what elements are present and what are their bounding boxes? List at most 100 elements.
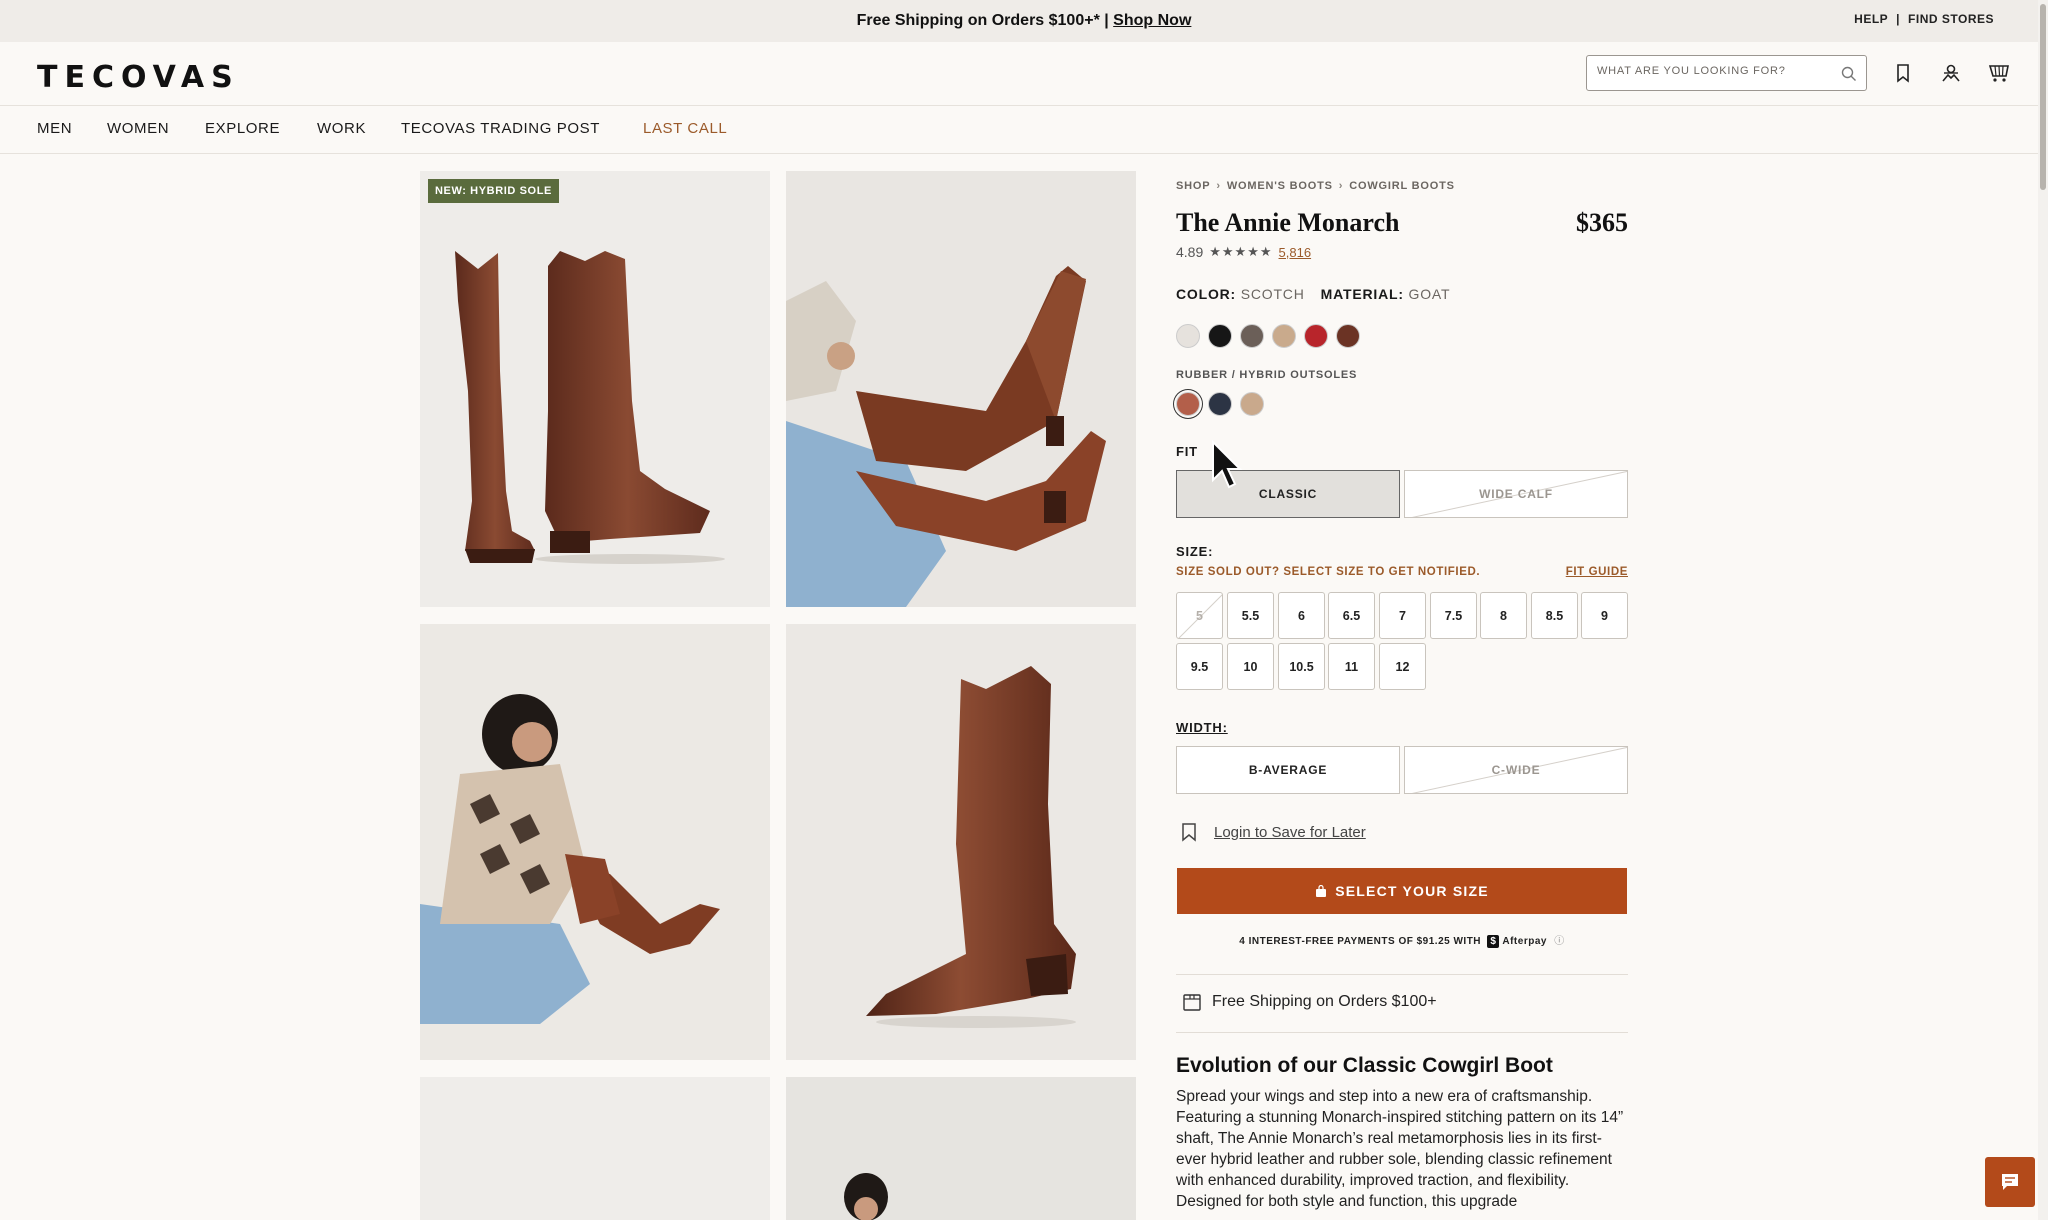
nav-women[interactable]: WOMEN bbox=[107, 120, 169, 137]
color-swatch-bone[interactable] bbox=[1176, 324, 1200, 348]
shipping-box-icon bbox=[1183, 994, 1201, 1011]
help-link[interactable]: HELP bbox=[1854, 12, 1888, 26]
product-price: $365 bbox=[1576, 208, 1628, 237]
size-option[interactable]: 12 bbox=[1379, 643, 1426, 690]
size-option[interactable]: 6 bbox=[1278, 592, 1325, 639]
main-nav: MEN WOMEN EXPLORE WORK TECOVAS TRADING P… bbox=[0, 106, 2048, 154]
search-input[interactable] bbox=[1597, 65, 1827, 77]
breadcrumb-womens-boots[interactable]: WOMEN'S BOOTS bbox=[1227, 180, 1333, 192]
size-option[interactable]: 7.5 bbox=[1430, 592, 1477, 639]
fit-label: FIT bbox=[1176, 444, 1198, 459]
select-size-label: SELECT YOUR SIZE bbox=[1335, 883, 1489, 899]
announcement-bar: Free Shipping on Orders $100+* | Shop No… bbox=[0, 0, 2048, 42]
size-option[interactable]: 9 bbox=[1581, 592, 1628, 639]
size-option[interactable]: 8 bbox=[1480, 592, 1527, 639]
outsole-label: RUBBER / HYBRID OUTSOLES bbox=[1176, 369, 1358, 381]
fit-wide-calf-button[interactable]: WIDE CALF bbox=[1404, 470, 1628, 518]
hybrid-sole-badge: NEW: HYBRID SOLE bbox=[428, 179, 559, 203]
size-option[interactable]: 10.5 bbox=[1278, 643, 1325, 690]
tecovas-logo[interactable]: TECOVAS bbox=[37, 60, 240, 95]
breadcrumb-shop[interactable]: SHOP bbox=[1176, 180, 1210, 192]
afterpay-brand: Afterpay bbox=[1502, 936, 1547, 947]
size-option[interactable]: 5.5 bbox=[1227, 592, 1274, 639]
nav-trading-post[interactable]: TECOVAS TRADING POST bbox=[401, 120, 600, 137]
size-option[interactable]: 10 bbox=[1227, 643, 1274, 690]
mouse-cursor-icon bbox=[1212, 440, 1243, 489]
breadcrumb: SHOP › WOMEN'S BOOTS › COWGIRL BOOTS bbox=[1176, 180, 1455, 192]
utility-separator: | bbox=[1896, 12, 1901, 26]
free-shipping-text: Free Shipping on Orders $100+ bbox=[1212, 993, 1437, 1010]
afterpay-text: 4 INTEREST-FREE PAYMENTS OF $91.25 WITH bbox=[1239, 936, 1482, 947]
size-option[interactable]: 6.5 bbox=[1328, 592, 1375, 639]
outsole-swatch-scotch[interactable] bbox=[1176, 392, 1200, 416]
product-image-4[interactable] bbox=[786, 624, 1136, 1060]
afterpay-message: 4 INTEREST-FREE PAYMENTS OF $91.25 WITH … bbox=[1176, 932, 1628, 948]
size-option[interactable]: 9.5 bbox=[1176, 643, 1223, 690]
size-sold-out-notice: SIZE SOLD OUT? SELECT SIZE TO GET NOTIFI… bbox=[1176, 566, 1481, 578]
nav-men[interactable]: MEN bbox=[37, 120, 72, 137]
site-header: TECOVAS bbox=[0, 42, 2048, 106]
announcement-message: Free Shipping on Orders $100+* | bbox=[856, 12, 1114, 29]
width-label: WIDTH: bbox=[1176, 720, 1228, 735]
nav-last-call[interactable]: LAST CALL bbox=[643, 120, 727, 137]
color-swatch-red[interactable] bbox=[1304, 324, 1328, 348]
model-portrait-image bbox=[844, 1173, 888, 1220]
utility-links: HELP | FIND STORES bbox=[1854, 12, 1994, 26]
outsole-swatch-navy[interactable] bbox=[1208, 392, 1232, 416]
color-swatches bbox=[1176, 324, 1360, 348]
review-count-link[interactable]: 5,816 bbox=[1279, 245, 1312, 260]
size-option[interactable]: 5 bbox=[1176, 592, 1223, 639]
product-image-5[interactable] bbox=[420, 1077, 770, 1220]
boots-pair-image bbox=[455, 251, 725, 564]
select-size-button[interactable]: SELECT YOUR SIZE bbox=[1177, 868, 1627, 914]
login-save-link[interactable]: Login to Save for Later bbox=[1214, 824, 1366, 841]
account-icon[interactable] bbox=[1940, 62, 1962, 84]
single-boot-image bbox=[866, 666, 1076, 1028]
product-image-2[interactable] bbox=[786, 171, 1136, 607]
announcement-text: Free Shipping on Orders $100+* | Shop No… bbox=[0, 12, 2048, 30]
product-rating: 4.89 ★★★★★ 5,816 bbox=[1176, 244, 1311, 260]
fit-guide-link[interactable]: FIT GUIDE bbox=[1566, 566, 1628, 578]
product-image-3[interactable] bbox=[420, 624, 770, 1060]
color-swatch-sand[interactable] bbox=[1272, 324, 1296, 348]
size-label: SIZE: bbox=[1176, 544, 1214, 559]
search-icon[interactable] bbox=[1840, 65, 1858, 83]
search-box[interactable] bbox=[1586, 55, 1867, 91]
outsole-swatch-tan[interactable] bbox=[1240, 392, 1264, 416]
size-value: 5 bbox=[1196, 608, 1203, 623]
nav-work[interactable]: WORK bbox=[317, 120, 366, 137]
outsole-swatches bbox=[1176, 392, 1264, 416]
size-option[interactable]: 11 bbox=[1328, 643, 1375, 690]
model-lifestyle-image bbox=[420, 694, 720, 1024]
breadcrumb-cowgirl-boots[interactable]: COWGIRL BOOTS bbox=[1349, 180, 1455, 192]
find-stores-link[interactable]: FIND STORES bbox=[1908, 12, 1994, 26]
color-swatch-smoke[interactable] bbox=[1240, 324, 1264, 348]
color-label: COLOR: bbox=[1176, 286, 1237, 302]
divider bbox=[1176, 974, 1628, 975]
size-option[interactable]: 8.5 bbox=[1531, 592, 1578, 639]
chevron-right-icon: › bbox=[1216, 180, 1221, 192]
cart-icon[interactable] bbox=[1988, 62, 2012, 84]
width-b-average-button[interactable]: B-AVERAGE bbox=[1176, 746, 1400, 794]
page-scrollbar[interactable] bbox=[2038, 0, 2048, 1220]
size-option[interactable]: 7 bbox=[1379, 592, 1426, 639]
bookmark-icon[interactable] bbox=[1892, 62, 1914, 84]
info-icon[interactable]: ⓘ bbox=[1554, 936, 1565, 947]
scrollbar-thumb[interactable] bbox=[2040, 4, 2046, 190]
nav-explore[interactable]: EXPLORE bbox=[205, 120, 280, 137]
bookmark-icon[interactable] bbox=[1180, 822, 1198, 842]
model-seated-boots-image bbox=[786, 266, 1106, 607]
divider bbox=[1176, 1032, 1628, 1033]
star-rating-icon: ★★★★★ bbox=[1209, 244, 1273, 259]
chat-button[interactable] bbox=[1985, 1157, 2035, 1207]
color-swatch-black[interactable] bbox=[1208, 324, 1232, 348]
material-label: MATERIAL: bbox=[1320, 286, 1404, 302]
chevron-right-icon: › bbox=[1338, 180, 1344, 192]
color-swatch-brown[interactable] bbox=[1336, 324, 1360, 348]
product-image-6[interactable] bbox=[786, 1077, 1136, 1220]
save-for-later: Login to Save for Later bbox=[1180, 822, 1366, 842]
product-image-1[interactable]: NEW: HYBRID SOLE bbox=[420, 171, 770, 607]
width-c-wide-button[interactable]: C-WIDE bbox=[1404, 746, 1628, 794]
shop-now-link[interactable]: Shop Now bbox=[1113, 12, 1191, 29]
rating-value: 4.89 bbox=[1176, 244, 1204, 260]
